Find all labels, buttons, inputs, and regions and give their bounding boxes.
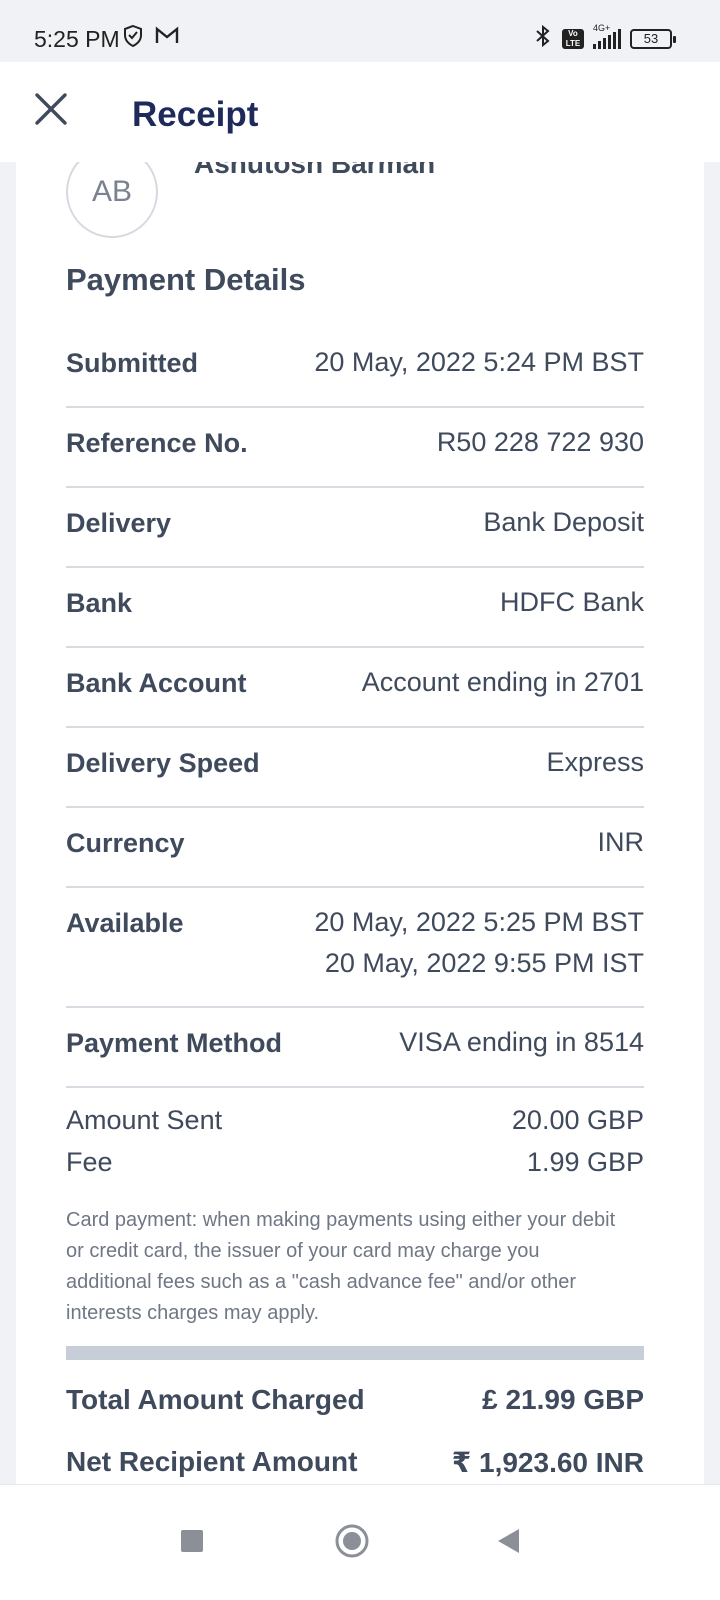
home-button[interactable] [322, 1511, 382, 1571]
recents-button[interactable] [162, 1511, 222, 1571]
detail-row-bank: Bank HDFC Bank [66, 568, 644, 648]
detail-row-reference: Reference No. R50 228 722 930 [66, 408, 644, 488]
detail-row-submitted: Submitted 20 May, 2022 5:24 PM BST [66, 328, 644, 408]
payment-details-title: Payment Details [66, 262, 306, 297]
status-time: 5:25 PM [34, 26, 120, 52]
detail-row-delivery: Delivery Bank Deposit [66, 488, 644, 568]
page-title: Receipt [132, 95, 259, 134]
detail-row-payment-method: Payment Method VISA ending in 8514 [66, 1008, 644, 1088]
battery-icon: 53 [630, 28, 676, 49]
volte-icon: Vo LTE [562, 28, 584, 49]
amount-summary: Amount Sent 20.00 GBP Fee 1.99 GBP [66, 1099, 644, 1183]
avatar: AB [66, 162, 158, 238]
detail-row-delivery-speed: Delivery Speed Express [66, 728, 644, 808]
back-button[interactable] [478, 1511, 538, 1571]
close-icon [35, 93, 67, 125]
detail-row-available: Available 20 May, 2022 5:25 PM BST 20 Ma… [66, 888, 644, 1008]
system-nav-bar [0, 1484, 720, 1600]
app-header: Receipt [0, 62, 720, 162]
receipt-screen: 5:25 PM Vo LTE 4G+ 53 Receipt AB Ashutos… [0, 0, 720, 1600]
fee-row: Fee 1.99 GBP [66, 1146, 644, 1177]
back-triangle-icon [498, 1529, 519, 1553]
bluetooth-icon [533, 24, 553, 53]
net-recipient-row: Net Recipient Amount ₹ 1,923.60 INR [66, 1446, 644, 1478]
close-button[interactable] [32, 90, 70, 128]
amount-sent-row: Amount Sent 20.00 GBP [66, 1104, 644, 1135]
signal-icon: 4G+ [593, 23, 621, 49]
circle-icon [335, 1524, 369, 1558]
detail-row-currency: Currency INR [66, 808, 644, 888]
divider-bar [66, 1346, 644, 1360]
payment-details-list: Submitted 20 May, 2022 5:24 PM BST Refer… [66, 328, 644, 1088]
status-bar: 5:25 PM Vo LTE 4G+ 53 [0, 0, 720, 62]
recipient-name: Ashutosh Barman [194, 162, 436, 179]
card-payment-disclaimer: Card payment: when making payments using… [66, 1209, 616, 1324]
total-charged-row: Total Amount Charged £ 21.99 GBP [66, 1384, 644, 1415]
shield-icon [122, 24, 144, 53]
receipt-card: AB Ashutosh Barman Payment Details Submi… [16, 162, 704, 1512]
detail-row-bank-account: Bank Account Account ending in 2701 [66, 648, 644, 728]
square-icon [181, 1530, 203, 1552]
gmail-icon [154, 24, 180, 53]
